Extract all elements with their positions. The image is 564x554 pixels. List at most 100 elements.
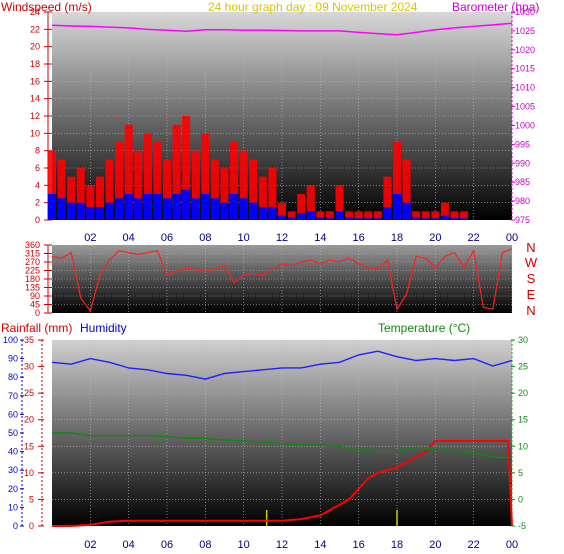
wind-avg-bar bbox=[134, 198, 143, 220]
wind-avg-bar bbox=[182, 189, 191, 220]
wind-avg-bar bbox=[115, 198, 124, 220]
wind-direction-tick-135: 135 bbox=[25, 283, 40, 293]
wind-avg-bar bbox=[95, 207, 104, 220]
barometer-tick-1015: 1015 bbox=[515, 64, 535, 74]
temperature-tick--5: -5 bbox=[518, 521, 526, 531]
windspeed-tick-12: 12 bbox=[30, 111, 40, 121]
humidity-tick-80: 80 bbox=[8, 372, 18, 382]
windspeed-tick-14: 14 bbox=[30, 94, 40, 104]
wind-avg-bar bbox=[460, 218, 469, 220]
rainfall-tick-5: 5 bbox=[29, 494, 34, 504]
barometer-tick-1000: 1000 bbox=[515, 120, 535, 130]
barometer-tick-980: 980 bbox=[515, 196, 530, 206]
x-tick-label-04: 04 bbox=[123, 539, 135, 549]
x-tick-label-04: 04 bbox=[123, 232, 135, 244]
wind-avg-bar bbox=[163, 198, 171, 220]
wind-avg-bar bbox=[306, 211, 315, 220]
x-tick-label-20: 20 bbox=[429, 232, 441, 244]
wind-avg-bar bbox=[354, 218, 363, 220]
windspeed-tick-0: 0 bbox=[35, 215, 40, 225]
barometer-tick-985: 985 bbox=[515, 177, 530, 187]
x-tick-label-00: 00 bbox=[506, 539, 518, 549]
wind-avg-bar bbox=[67, 202, 76, 220]
windspeed-tick-22: 22 bbox=[30, 24, 40, 34]
wind-avg-bar bbox=[345, 217, 354, 220]
wind-avg-bar bbox=[335, 211, 344, 220]
wind-direction-tick-315: 315 bbox=[25, 249, 40, 259]
x-tick-label-14: 14 bbox=[314, 539, 326, 549]
wind-avg-bar bbox=[124, 194, 133, 220]
wind-avg-bar bbox=[239, 198, 248, 220]
barometer-tick-1005: 1005 bbox=[515, 102, 535, 112]
barometer-axis-title: Barometer (hpa) bbox=[452, 0, 539, 14]
humidity-tick-0: 0 bbox=[13, 521, 18, 531]
x-tick-label-02: 02 bbox=[84, 539, 96, 549]
wind-direction-tick-180: 180 bbox=[25, 274, 40, 284]
weather-graph-svg: 02 04 06 08 10 12 14 16 18 20 22 000246810121416182… bbox=[1, 0, 539, 551]
wind-avg-bar bbox=[402, 202, 411, 220]
barometer-tick-1020: 1020 bbox=[515, 45, 535, 55]
x-tick-label-08: 08 bbox=[199, 232, 211, 244]
rainfall-tick-15: 15 bbox=[24, 441, 34, 451]
humidity-tick-20: 20 bbox=[8, 484, 18, 494]
wind-avg-bar bbox=[258, 207, 267, 220]
rainfall-tick-30: 30 bbox=[24, 362, 34, 372]
temperature-tick-25: 25 bbox=[518, 362, 528, 372]
rainfall-tick-25: 25 bbox=[24, 388, 34, 398]
wind-avg-bar bbox=[105, 202, 114, 220]
wind-avg-bar bbox=[383, 207, 392, 220]
wind-avg-bar bbox=[440, 215, 449, 220]
rainfall-axis-title: Rainfall (mm) bbox=[1, 321, 72, 335]
windspeed-tick-4: 4 bbox=[35, 180, 40, 190]
wind-avg-bar bbox=[287, 217, 296, 220]
windspeed-tick-10: 10 bbox=[30, 128, 40, 138]
temperature-tick-30: 30 bbox=[518, 335, 528, 345]
x-tick-label-20: 20 bbox=[429, 539, 441, 549]
x-tick-label-18: 18 bbox=[391, 539, 403, 549]
humidity-tick-30: 30 bbox=[8, 465, 18, 475]
compass-letter-w: W bbox=[525, 255, 538, 270]
windspeed-tick-18: 18 bbox=[30, 59, 40, 69]
wind-avg-bar bbox=[57, 198, 66, 220]
x-tick-label-00: 00 bbox=[506, 232, 518, 244]
wind-direction-tick-225: 225 bbox=[25, 266, 40, 276]
wind-direction-tick-270: 270 bbox=[25, 257, 40, 267]
x-tick-label-16: 16 bbox=[353, 539, 365, 549]
temperature-tick-20: 20 bbox=[518, 388, 528, 398]
x-tick-label-22: 22 bbox=[468, 539, 480, 549]
compass-letter-n-top: N bbox=[526, 240, 535, 255]
wind-direction-tick-45: 45 bbox=[30, 300, 40, 310]
rainfall-tick-10: 10 bbox=[24, 468, 34, 478]
wind-avg-bar bbox=[153, 194, 162, 220]
wind-avg-bar bbox=[297, 213, 306, 220]
barometer-tick-990: 990 bbox=[515, 158, 530, 168]
x-tick-label-06: 06 bbox=[161, 539, 173, 549]
x-tick-label-18: 18 bbox=[391, 232, 403, 244]
wind-avg-bar bbox=[278, 215, 286, 220]
barometer-tick-975: 975 bbox=[515, 215, 530, 225]
windspeed-axis-title: Windspeed (m/s) bbox=[1, 0, 92, 14]
x-tick-label-08: 08 bbox=[199, 539, 211, 549]
wind-avg-bar bbox=[450, 218, 459, 220]
wind-avg-bar bbox=[316, 217, 325, 220]
x-tick-label-14: 14 bbox=[314, 232, 326, 244]
wind-avg-bar bbox=[172, 194, 181, 220]
x-tick-label-12: 12 bbox=[276, 232, 288, 244]
wind-avg-bar bbox=[268, 207, 277, 220]
x-tick-label-12: 12 bbox=[276, 539, 288, 549]
wind-avg-bar bbox=[364, 218, 373, 220]
wind-avg-bar bbox=[230, 194, 239, 220]
wind-avg-bar bbox=[421, 218, 430, 220]
temperature-tick-10: 10 bbox=[518, 441, 528, 451]
x-tick-label-10: 10 bbox=[238, 539, 250, 549]
rainfall-tick-20: 20 bbox=[24, 415, 34, 425]
wind-avg-bar bbox=[393, 194, 401, 220]
x-tick-label-16: 16 bbox=[353, 232, 365, 244]
wind-avg-bar bbox=[325, 218, 334, 220]
barometer-tick-1025: 1025 bbox=[515, 26, 535, 36]
wind-direction-tick-360: 360 bbox=[25, 240, 40, 250]
x-tick-label-22: 22 bbox=[468, 232, 480, 244]
barometer-tick-995: 995 bbox=[515, 139, 530, 149]
humidity-tick-60: 60 bbox=[8, 409, 18, 419]
windspeed-tick-6: 6 bbox=[35, 163, 40, 173]
